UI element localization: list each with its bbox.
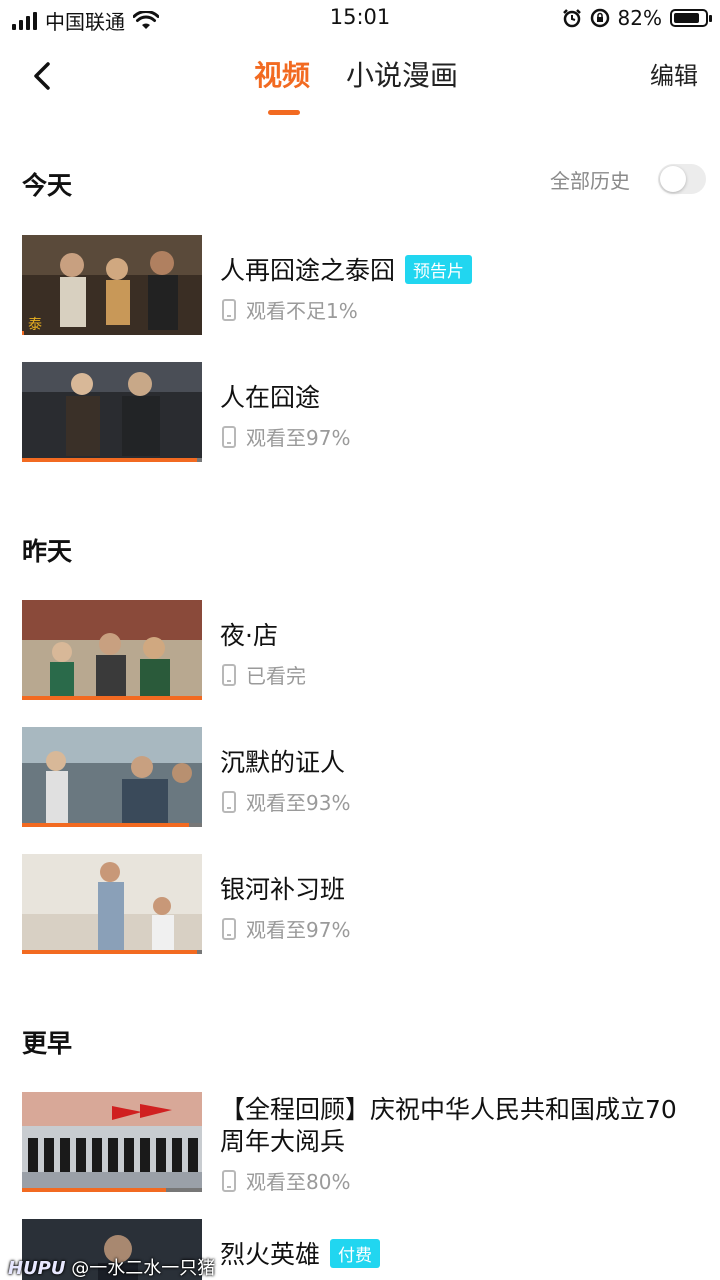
edit-button[interactable]: 编辑 [650, 56, 698, 91]
all-history-toggle[interactable] [658, 164, 706, 194]
video-thumbnail [22, 727, 202, 827]
video-title: 夜·店 [220, 621, 278, 650]
all-history-label: 全部历史 [550, 168, 630, 193]
phone-icon [222, 425, 236, 448]
battery-percent: 82% [617, 6, 662, 30]
paid-badge: 付费 [330, 1238, 381, 1268]
section-title-earlier: 更早 [22, 1029, 73, 1058]
all-history-row: 全部历史 [550, 164, 706, 194]
phone-icon [222, 1169, 236, 1192]
watch-status-text: 观看至97% [246, 426, 351, 450]
video-thumbnail: 泰 [22, 235, 202, 335]
watch-status: 已看完 [222, 660, 306, 689]
watch-progress-bar [22, 458, 197, 462]
phone-icon [222, 790, 236, 813]
watch-status-text: 观看不足1% [246, 299, 358, 323]
phone-icon [222, 917, 236, 940]
section-title-today: 今天 [22, 171, 73, 200]
rotation-lock-icon [590, 8, 609, 28]
watermark: HUPU @一水二水一只猪 [8, 1254, 215, 1280]
watch-progress-bar [22, 331, 24, 335]
list-item[interactable]: 人在囧途 观看至97% [22, 362, 702, 464]
list-item[interactable]: 沉默的证人 观看至93% [22, 727, 702, 829]
chevron-left-icon[interactable] [22, 56, 62, 96]
list-item[interactable]: 泰 人再囧途之泰囧 预告片 观看不足1% [22, 235, 702, 337]
watch-progress-bar [22, 823, 190, 827]
watch-status-text: 观看至93% [246, 791, 351, 815]
video-title: 人在囧途 [220, 383, 321, 412]
trailer-badge: 预告片 [405, 254, 473, 284]
tab-novel-comic[interactable]: 小说漫画 [346, 54, 458, 94]
video-title: 人再囧途之泰囧 [220, 256, 396, 285]
tab-video[interactable]: 视频 [254, 54, 310, 94]
section-title-yesterday: 昨天 [22, 537, 73, 566]
watch-status: 观看至80% [222, 1166, 350, 1195]
tab-active-indicator [268, 110, 300, 115]
watch-history-page: 中国联通 15:01 82% 视频 小说漫画 编辑 今天 全部历史 泰 人再囧途… [0, 0, 720, 1280]
watch-status-text: 观看至80% [246, 1170, 351, 1194]
video-thumbnail [22, 854, 202, 954]
video-title: 银河补习班 [220, 875, 346, 904]
status-bar: 中国联通 15:01 82% [0, 0, 720, 34]
watch-progress-bar [22, 696, 202, 700]
video-title: 沉默的证人 [220, 748, 346, 777]
top-nav: 视频 小说漫画 编辑 [0, 40, 720, 115]
video-title: 【全程回顾】庆祝中华人民共和国成立70周年大阅兵 [220, 1095, 677, 1156]
video-thumbnail [22, 600, 202, 700]
phone-icon [222, 298, 236, 321]
watch-status: 观看至97% [222, 422, 350, 451]
video-title: 烈火英雄 [220, 1240, 321, 1269]
watch-progress-bar [22, 1188, 166, 1192]
watch-status-text: 已看完 [246, 664, 306, 688]
watermark-brand: HUPU [8, 1258, 66, 1279]
watermark-text: @一水二水一只猪 [71, 1258, 216, 1279]
alarm-icon [562, 9, 581, 28]
list-item[interactable]: 夜·店 已看完 [22, 600, 702, 702]
phone-icon [222, 663, 236, 686]
watch-status: 观看至97% [222, 914, 350, 943]
list-item[interactable]: 银河补习班 观看至97% [22, 854, 702, 956]
watch-status: 观看至93% [222, 787, 350, 816]
list-item[interactable]: 【全程回顾】庆祝中华人民共和国成立70周年大阅兵 观看至80% [22, 1092, 702, 1194]
watch-status: 观看不足1% [222, 295, 358, 324]
svg-text:泰: 泰 [28, 317, 42, 333]
video-thumbnail [22, 1092, 202, 1192]
watch-progress-bar [22, 950, 197, 954]
video-thumbnail [22, 362, 202, 462]
battery-icon [670, 9, 712, 27]
watch-status-text: 观看至97% [246, 918, 351, 942]
